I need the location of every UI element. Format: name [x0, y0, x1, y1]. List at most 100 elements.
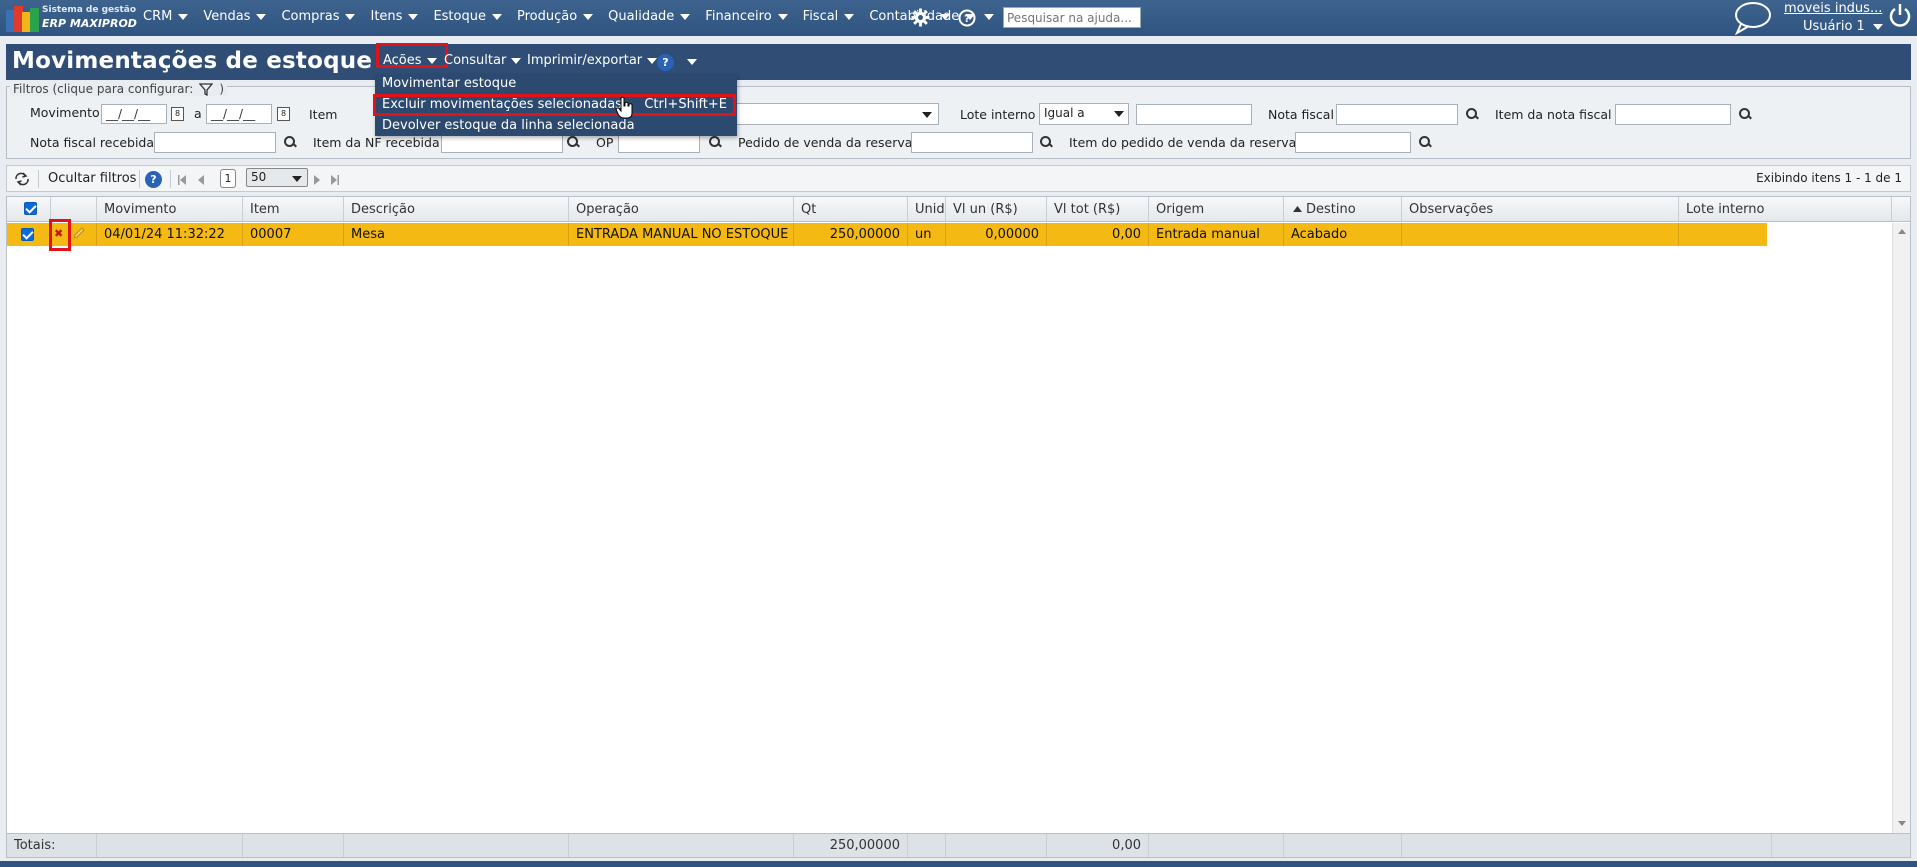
column-header-qt[interactable]: Qt — [794, 197, 908, 221]
column-header-unid[interactable]: Unid — [908, 197, 946, 221]
column-header-destino[interactable]: Destino — [1284, 197, 1402, 221]
table-row[interactable]: ✖ 04/01/24 11:32:22 00007 Mesa ENTRADA M… — [7, 219, 1767, 251]
page-size-select[interactable]: 50 — [246, 168, 308, 187]
chevron-down-icon[interactable] — [687, 59, 697, 65]
select-all-header — [7, 197, 51, 221]
menu-fiscal[interactable]: Fiscal — [803, 9, 855, 24]
scroll-up-icon[interactable] — [1898, 229, 1906, 234]
totals-cell — [344, 834, 569, 857]
menu-crm[interactable]: CRM — [143, 9, 189, 24]
menu-compras[interactable]: Compras — [281, 9, 356, 24]
movements-grid: Movimento Item Descrição Operação Qt Uni… — [6, 196, 1911, 858]
filters-legend-close: ) — [219, 82, 224, 96]
help-search-input[interactable] — [1003, 7, 1141, 28]
menu-vendas[interactable]: Vendas — [203, 9, 267, 24]
hand-cursor-icon — [615, 96, 635, 124]
user-menu[interactable]: Usuário 1 — [1803, 19, 1883, 34]
page-number-input[interactable]: 1 — [220, 169, 236, 188]
column-header-vl-tot[interactable]: Vl tot (R$) — [1047, 197, 1149, 221]
chevron-down-icon[interactable] — [984, 14, 994, 20]
filter-item-label: Item — [309, 107, 338, 122]
menu-qualidade[interactable]: Qualidade — [608, 9, 691, 24]
total-vl-tot: 0,00 — [1047, 834, 1149, 857]
select-all-checkbox[interactable] — [24, 202, 37, 215]
top-navbar: Sistema de gestão ERP MAXIPROD CRM Venda… — [0, 0, 1917, 36]
item-select[interactable] — [736, 103, 939, 125]
destino-label: Destino — [1306, 202, 1356, 217]
prev-page-icon[interactable] — [198, 174, 205, 188]
search-icon[interactable] — [1418, 135, 1432, 149]
chevron-down-icon — [256, 13, 267, 20]
power-icon[interactable] — [1888, 3, 1912, 32]
column-header-movimento[interactable]: Movimento — [97, 197, 243, 221]
cell-qt: 250,00000 — [794, 223, 908, 246]
column-header-item[interactable]: Item — [243, 197, 344, 221]
consultar-menu-button[interactable]: Consultar — [444, 53, 522, 68]
cell-destino: Acabado — [1284, 223, 1402, 246]
erp-logo[interactable]: Sistema de gestão ERP MAXIPROD — [6, 4, 138, 32]
help-icon[interactable]: ? — [958, 9, 976, 30]
column-header-vl-un[interactable]: Vl un (R$) — [946, 197, 1047, 221]
page-help-icon[interactable]: ? — [657, 54, 674, 71]
page-title: Movimentações de estoque — [12, 48, 373, 74]
scroll-down-icon[interactable] — [1898, 821, 1906, 826]
filter-icon[interactable] — [199, 82, 214, 96]
last-page-icon[interactable] — [330, 174, 339, 188]
company-link[interactable]: moveis indus... — [1784, 1, 1882, 16]
lote-interno-input[interactable] — [1136, 104, 1252, 125]
menu-estoque[interactable]: Estoque — [433, 9, 502, 24]
movimento-end-date-input[interactable]: __/__/__ — [206, 104, 272, 124]
search-icon[interactable] — [708, 135, 722, 149]
first-page-icon[interactable] — [178, 174, 187, 188]
vertical-scrollbar[interactable] — [1892, 223, 1910, 833]
totals-cell — [569, 834, 794, 857]
chevron-down-icon[interactable] — [940, 14, 950, 20]
column-header-descricao[interactable]: Descrição — [344, 197, 569, 221]
nota-fiscal-input[interactable] — [1336, 104, 1458, 125]
search-icon[interactable] — [1039, 135, 1053, 149]
chevron-down-icon — [1114, 111, 1124, 117]
gear-icon[interactable] — [911, 8, 930, 30]
brand-line1: Sistema de gestão — [42, 5, 137, 15]
calendar-icon[interactable]: 8 — [277, 107, 290, 121]
chevron-down-icon — [491, 13, 502, 20]
column-header-origem[interactable]: Origem — [1149, 197, 1284, 221]
chat-icon[interactable] — [1733, 1, 1773, 38]
highlight-excluir — [373, 94, 736, 116]
item-nota-fiscal-input[interactable] — [1615, 104, 1731, 125]
row-checkbox[interactable] — [21, 228, 34, 241]
pedido-venda-input[interactable] — [911, 132, 1033, 153]
search-icon[interactable] — [1738, 107, 1752, 121]
item-pedido-venda-input[interactable] — [1295, 132, 1411, 153]
menu-label: Financeiro — [705, 9, 772, 24]
menu-producao[interactable]: Produção — [517, 9, 594, 24]
toolbar-separator — [170, 170, 171, 188]
highlight-acoes — [376, 43, 448, 68]
menu-itens[interactable]: Itens — [370, 9, 419, 24]
next-page-icon[interactable] — [313, 174, 320, 188]
hide-filters-button[interactable]: Ocultar filtros — [48, 171, 136, 186]
search-icon[interactable] — [566, 135, 580, 149]
imprimir-menu-button[interactable]: Imprimir/exportar — [527, 53, 658, 68]
total-qt: 250,00000 — [794, 834, 908, 857]
cell-vl-tot: 0,00 — [1047, 223, 1149, 246]
calendar-icon[interactable]: 8 — [171, 107, 184, 121]
refresh-icon[interactable] — [14, 172, 30, 189]
menu-financeiro[interactable]: Financeiro — [705, 9, 788, 24]
movimento-start-date-input[interactable]: __/__/__ — [101, 104, 167, 124]
grid-help-icon[interactable]: ? — [145, 171, 162, 188]
chevron-down-icon — [1872, 23, 1883, 30]
menu-item-movimentar-estoque[interactable]: Movimentar estoque — [375, 74, 737, 94]
column-header-observacoes[interactable]: Observações — [1402, 197, 1679, 221]
menu-label: Compras — [281, 9, 340, 24]
search-icon[interactable] — [1465, 107, 1479, 121]
chevron-down-icon — [178, 13, 189, 20]
column-header-operacao[interactable]: Operação — [569, 197, 794, 221]
filter-nf-recebida-label: Nota fiscal recebida — [30, 135, 155, 150]
nf-recebida-input[interactable] — [154, 132, 276, 153]
column-header-lote-interno[interactable]: Lote interno — [1679, 197, 1892, 221]
menu-item-devolver-estoque[interactable]: Devolver estoque da linha selecionada — [375, 116, 737, 136]
filters-legend[interactable]: Filtros (clique para configurar: ) — [10, 82, 227, 96]
search-icon[interactable] — [283, 135, 297, 149]
edit-pencil-icon[interactable] — [72, 227, 85, 244]
